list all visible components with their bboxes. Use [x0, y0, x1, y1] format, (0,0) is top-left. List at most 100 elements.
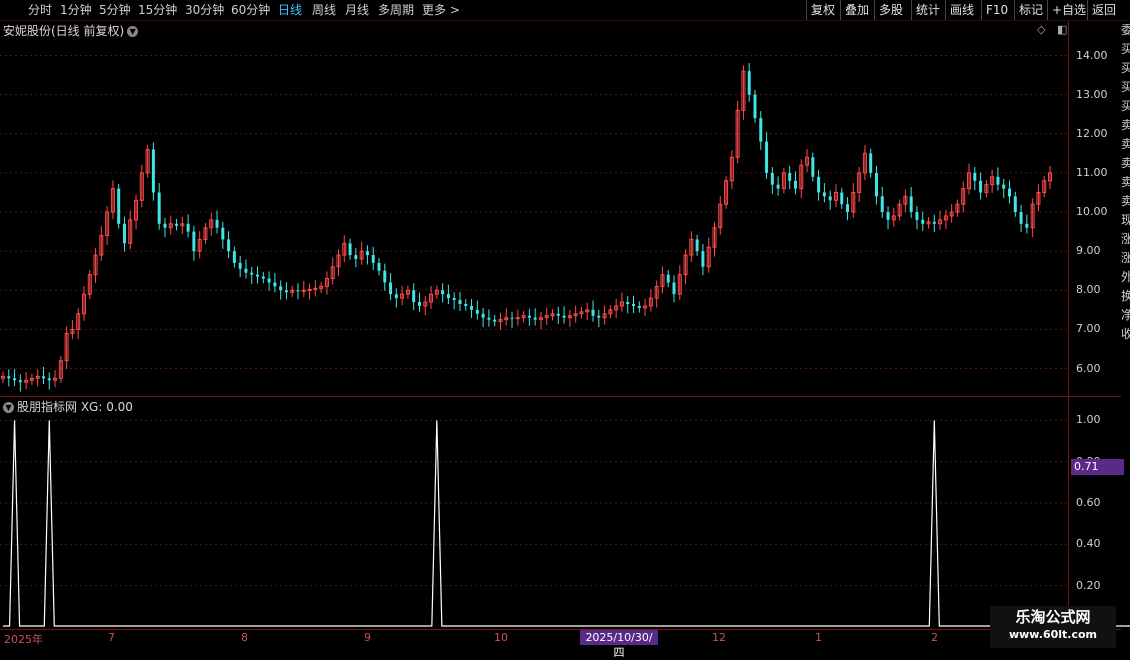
candle-body-up	[307, 289, 312, 292]
candle-body-down	[18, 380, 22, 383]
candle-body-down	[788, 172, 792, 181]
candle-body-down	[13, 378, 17, 381]
candle-body-down	[458, 300, 462, 304]
candle-body-down	[776, 184, 780, 189]
candle-body-down	[973, 172, 977, 181]
candle-body-down	[163, 223, 167, 228]
indicator-tick-label: 0.20	[1076, 578, 1101, 592]
price-tick-label: 9.00	[1076, 244, 1101, 258]
current-indicator-value: 0.71	[1071, 459, 1124, 475]
price-tick-label: 11.00	[1076, 165, 1108, 179]
sidebar-char: 买	[1121, 61, 1130, 75]
sidebar-char: 卖	[1121, 156, 1130, 170]
quote-sidebar: 委买买买买卖卖卖卖卖现涨涨外换净收	[1121, 21, 1130, 630]
candle-body-down	[817, 176, 821, 193]
candle-body-down	[695, 239, 699, 252]
candle-body-down	[840, 192, 844, 205]
x-axis-divider	[0, 629, 1121, 630]
candle-body-down	[446, 294, 450, 299]
candle-body-down	[487, 317, 491, 320]
candle-body-down	[666, 274, 670, 283]
candle-body-down	[389, 282, 393, 295]
candle-body-down	[41, 376, 45, 379]
candle-body-down	[556, 313, 560, 316]
candle-body-up	[301, 289, 306, 292]
candle-body-down	[597, 315, 601, 318]
candle-body-down	[701, 251, 705, 267]
price-tick-label: 7.00	[1076, 322, 1101, 336]
candle-body-down	[151, 149, 155, 193]
candle-body-down	[348, 243, 352, 256]
candle-body-down	[452, 298, 456, 301]
watermark-url: www.60lt.com	[1008, 628, 1098, 641]
candle-body-down	[238, 262, 242, 269]
candle-body-down	[261, 276, 265, 279]
sidebar-char: 买	[1121, 80, 1130, 94]
candle-body-down	[256, 274, 260, 277]
sidebar-char: 卖	[1121, 118, 1130, 132]
candle-body-down	[921, 219, 925, 224]
date-tick-label: 2025年	[4, 633, 43, 646]
candle-body-down	[175, 223, 179, 226]
sidebar-char: 现	[1121, 213, 1130, 227]
candle-body-down	[192, 231, 196, 252]
candle-body-down	[759, 118, 763, 142]
watermark-title: 乐淘公式网	[1015, 608, 1091, 626]
candle-body-down	[47, 378, 51, 381]
price-tick-label: 8.00	[1076, 283, 1101, 297]
date-tick-label: 7	[108, 631, 115, 644]
candle-body-down	[626, 302, 630, 304]
sidebar-char: 卖	[1121, 137, 1130, 151]
candle-body-down	[371, 255, 375, 263]
candle-body-down	[846, 204, 850, 213]
candle-body-down	[672, 282, 676, 295]
candle-body-down	[157, 192, 161, 224]
candle-body-down	[632, 303, 636, 306]
candle-body-down	[1019, 212, 1023, 224]
candle-body-down	[394, 294, 398, 299]
date-tick-label: 8	[241, 631, 248, 644]
candle-body-down	[909, 196, 913, 213]
candle-body-down	[637, 305, 641, 308]
candle-body-down	[811, 157, 815, 177]
price-axis-divider	[1068, 21, 1069, 630]
sidebar-char: 涨	[1121, 232, 1130, 246]
selected-date-label: 2025/10/30/四	[580, 630, 658, 659]
candle-body-down	[591, 309, 595, 316]
candle-body-down	[510, 317, 514, 319]
candle-body-down	[481, 313, 485, 318]
candle-body-down	[441, 290, 445, 295]
date-tick-label: 2	[931, 631, 938, 644]
candle-body-down	[753, 94, 757, 119]
candle-body-down	[232, 251, 236, 263]
candle-body-down	[747, 71, 751, 95]
date-tick-label: 12	[712, 631, 726, 644]
candle-body-down	[186, 223, 190, 232]
candle-body-down	[279, 286, 283, 291]
candle-body-down	[475, 309, 479, 314]
candle-body-down	[470, 305, 474, 310]
candle-body-down	[793, 180, 797, 189]
sidebar-char: 换	[1121, 289, 1130, 303]
panel-divider	[0, 396, 1121, 397]
candle-body-down	[221, 227, 225, 240]
candle-body-down	[412, 290, 416, 303]
indicator-tick-label: 0.60	[1076, 496, 1101, 509]
sidebar-char: 净	[1121, 308, 1130, 322]
price-chart[interactable]	[0, 0, 1130, 650]
candle-body-down	[273, 282, 277, 287]
candle-body-down	[227, 239, 231, 252]
candle-body-down	[886, 212, 890, 220]
sidebar-char: 卖	[1121, 175, 1130, 189]
watermark: 乐淘公式网 www.60lt.com	[990, 606, 1116, 648]
sidebar-char: 买	[1121, 99, 1130, 113]
candle-body-down	[1008, 188, 1012, 197]
sidebar-char: 外	[1121, 270, 1130, 284]
date-tick-label: 1	[815, 631, 822, 644]
candle-body-down	[417, 302, 421, 306]
candle-body-down	[383, 270, 387, 283]
candle-body-down	[932, 221, 936, 224]
candle-body-down	[527, 315, 531, 318]
sidebar-char: 涨	[1121, 251, 1130, 265]
candle-body-down	[770, 172, 774, 185]
